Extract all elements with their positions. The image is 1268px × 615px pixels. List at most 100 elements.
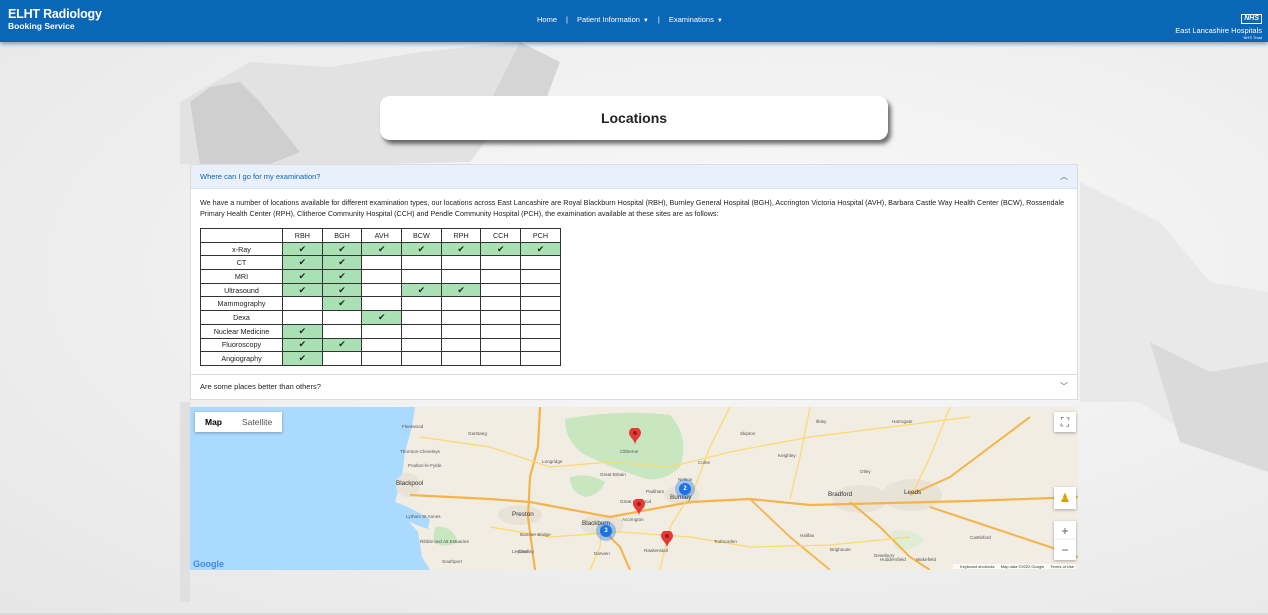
availability-cell xyxy=(321,323,363,339)
map-marker-pin-icon[interactable] xyxy=(629,428,641,445)
map-label-town: Otley xyxy=(860,469,871,474)
checkmark-icon: ✔ xyxy=(417,243,426,254)
nav-separator: | xyxy=(566,15,568,24)
map-label-town: Poulton-le-Fylde xyxy=(408,463,442,468)
availability-cell xyxy=(361,296,403,312)
caret-down-icon: ▼ xyxy=(642,18,649,24)
availability-cell: ✔ xyxy=(282,241,323,257)
terms-of-use-link[interactable]: Terms of Use xyxy=(1050,564,1074,569)
checkmark-icon: ✔ xyxy=(377,243,386,254)
availability-cell: ✔ xyxy=(321,282,363,298)
availability-cell xyxy=(440,323,482,339)
map-label-town: Bamber Bridge xyxy=(520,532,551,537)
map-label-town: Lytham St Annes xyxy=(406,514,441,519)
trust-subtitle: NHS Trust xyxy=(1243,35,1262,40)
faq-accordion: Where can I go for my examination? ︿ We … xyxy=(190,164,1078,400)
map-label-city: Burnley xyxy=(670,494,692,501)
trust-logo[interactable]: NHS East Lancashire Hospitals NHS Trust xyxy=(1175,7,1262,40)
map-type-satellite-button[interactable]: Satellite xyxy=(232,412,282,432)
map-label-town: Colne xyxy=(698,460,711,465)
map-marker-pin-icon[interactable] xyxy=(661,531,673,548)
map-label-town: Clitheroe xyxy=(620,449,639,454)
zoom-in-button[interactable]: + xyxy=(1054,521,1076,541)
map-label-town: Great Britain xyxy=(600,472,626,477)
google-logo[interactable]: Google xyxy=(193,559,224,569)
nav-patient-information[interactable]: Patient Information ▼ xyxy=(577,15,649,24)
map-label-town: Castleford xyxy=(970,535,991,540)
nav-home[interactable]: Home xyxy=(537,15,557,24)
availability-cell xyxy=(440,310,482,325)
page-title-card: Locations xyxy=(380,96,888,140)
zoom-out-button[interactable]: − xyxy=(1054,540,1076,560)
availability-cell: ✔ xyxy=(440,282,482,298)
checkmark-icon: ✔ xyxy=(536,243,545,254)
accordion-question: Where can I go for my examination? xyxy=(200,172,321,181)
availability-cell xyxy=(401,296,442,312)
checkmark-icon: ✔ xyxy=(338,243,346,254)
availability-cell xyxy=(282,296,323,312)
exam-name-cell: Dexa xyxy=(200,310,283,325)
pegman-icon[interactable]: ♟ xyxy=(1054,487,1076,509)
checkmark-icon: ✔ xyxy=(298,325,307,336)
keyboard-shortcuts-link[interactable]: Keyboard shortcuts xyxy=(960,564,994,569)
page-title: Locations xyxy=(600,110,668,126)
nav-examinations[interactable]: Examinations ▼ xyxy=(669,15,723,24)
map-label-town: Darwen xyxy=(594,551,610,556)
caret-down-icon: ▼ xyxy=(716,18,723,24)
map-type-map-button[interactable]: Map xyxy=(195,412,232,432)
availability-cell xyxy=(440,269,482,284)
map-label-town: Southport xyxy=(442,559,462,564)
table-row: Ultrasound ✔ ✔ ✔ ✔ xyxy=(200,282,561,298)
availability-cell xyxy=(361,255,403,271)
map-label-town: Wakefield xyxy=(916,557,936,562)
availability-cell xyxy=(520,337,561,353)
availability-cell: ✔ xyxy=(282,269,323,284)
table-row: x-Ray ✔ ✔ ✔ ✔ ✔ ✔ ✔ xyxy=(200,241,561,257)
accordion-header-better[interactable]: Are some places better than others? ﹀ xyxy=(191,373,1077,399)
accordion-header-where[interactable]: Where can I go for my examination? ︿ xyxy=(191,165,1077,189)
map-cluster-marker[interactable]: 2 xyxy=(679,483,691,495)
availability-cell: ✔ xyxy=(282,337,323,353)
availability-cell: ✔ xyxy=(321,255,363,271)
checkmark-icon: ✔ xyxy=(457,243,465,254)
map-label-town: Leyland xyxy=(512,549,529,554)
map-label-city: Bradford xyxy=(828,491,853,498)
checkmark-icon: ✔ xyxy=(298,243,307,254)
availability-cell xyxy=(321,310,363,325)
availability-cell: ✔ xyxy=(440,241,482,257)
exam-name-cell: CT xyxy=(200,255,283,271)
exam-name-cell: Mammography xyxy=(200,296,283,312)
availability-cell xyxy=(480,282,522,298)
map-cluster-marker[interactable]: 3 xyxy=(600,525,612,537)
map-label-town: Todmorden xyxy=(714,539,737,544)
checkmark-icon: ✔ xyxy=(338,270,346,281)
availability-cell xyxy=(361,337,403,353)
availability-cell: ✔ xyxy=(321,241,363,257)
brand-logo[interactable]: ELHT Radiology Booking Service xyxy=(8,8,102,30)
exam-name-cell: Ultrasound xyxy=(200,282,283,298)
map-label-town: Rawtenstall xyxy=(644,548,668,553)
map-label-town: Thornton-Cleveleys xyxy=(400,449,440,454)
map-label-town: Nelson xyxy=(678,477,693,482)
fullscreen-icon[interactable]: ⛶ xyxy=(1054,412,1076,432)
brand-subtitle: Booking Service xyxy=(8,20,75,31)
map-marker-pin-icon[interactable] xyxy=(633,499,645,516)
map-label-city: Leeds xyxy=(904,489,922,496)
map-label-town: Ilkley xyxy=(816,419,827,424)
top-header: ELHT Radiology Booking Service Home | Pa… xyxy=(0,0,1268,42)
checkmark-icon: ✔ xyxy=(338,284,346,295)
checkmark-icon: ✔ xyxy=(377,311,386,322)
chevron-up-icon: ︿ xyxy=(1060,172,1068,181)
availability-cell xyxy=(480,255,522,271)
google-map[interactable]: Blackpool Preston Blackburn Burnley Brad… xyxy=(190,407,1078,570)
availability-cell: ✔ xyxy=(321,269,363,284)
availability-cell xyxy=(520,269,561,284)
availability-cell xyxy=(480,351,522,366)
map-data-text: Map data ©2022 Google xyxy=(1000,564,1045,569)
map-label-town: Keighley xyxy=(778,453,796,458)
availability-cell xyxy=(480,296,522,312)
locations-description: We have a number of locations available … xyxy=(200,198,1065,218)
availability-cell: ✔ xyxy=(520,241,561,257)
availability-cell xyxy=(401,337,442,353)
table-column-header: RPH xyxy=(440,228,482,243)
